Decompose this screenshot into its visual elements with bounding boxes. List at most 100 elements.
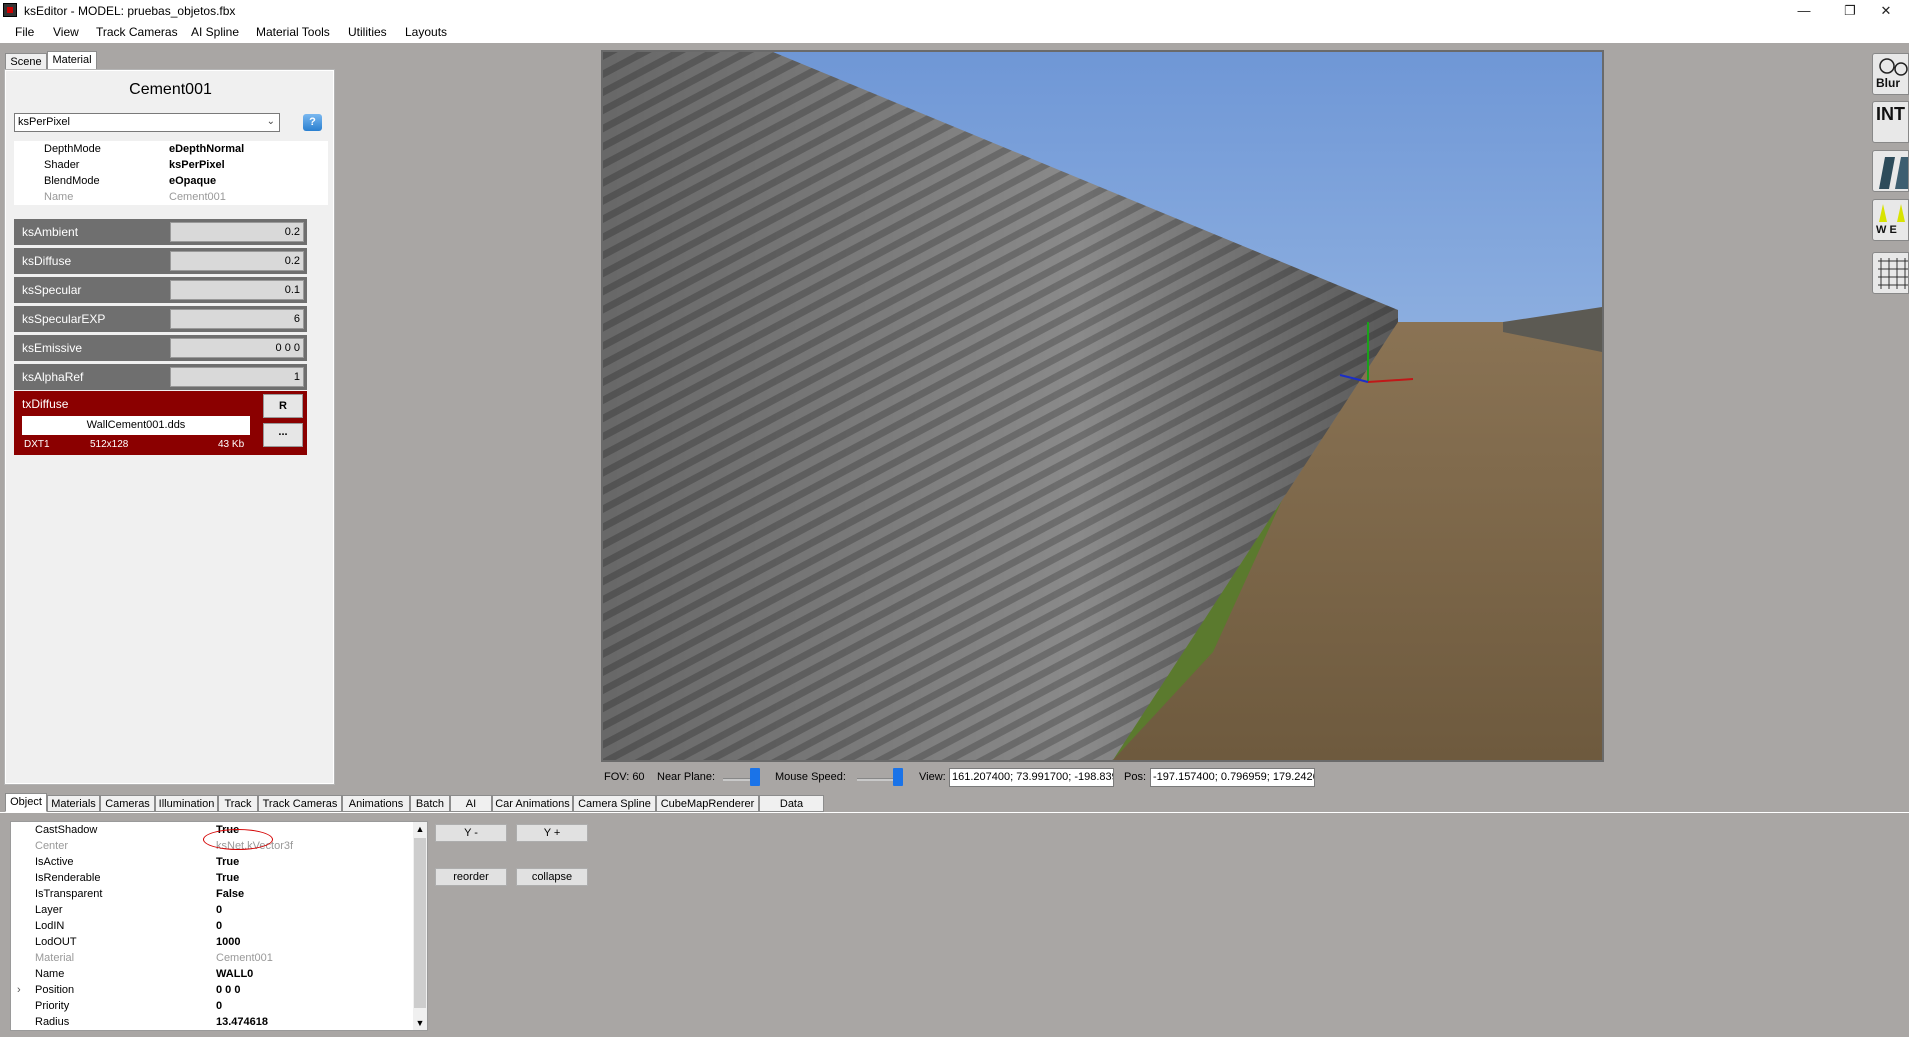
minimize-button[interactable]: — [1781,0,1827,21]
property-row[interactable]: IsRenderable True [11,870,414,886]
property-value: True [216,872,240,884]
property-row[interactable]: Shader ksPerPixel [14,157,328,173]
tab-illumination[interactable]: Illumination [155,795,218,812]
property-name: BlendMode [44,175,100,187]
tab-car-animations[interactable]: Car Animations [492,795,573,812]
pos-input[interactable]: -197.157400; 0.796959; 179.2426 [1150,768,1315,787]
material-title: Cement001 [129,81,212,98]
property-name: Layer [35,904,63,916]
view-label: View: [919,771,946,783]
mouse-speed-slider-thumb[interactable] [893,768,904,786]
tab-batch[interactable]: Batch [410,795,450,812]
property-grid-scrollbar[interactable]: ▲ ▼ [413,822,427,1030]
property-value: 0 [216,1000,223,1012]
panels-icon[interactable] [1872,150,1909,192]
menu-track-cameras[interactable]: Track Cameras [96,25,178,39]
3d-viewport[interactable] [601,50,1604,762]
int-label: INT [1876,104,1905,124]
param-input[interactable]: 0.2 [170,222,304,242]
property-name: Name [44,191,74,203]
we-icon[interactable]: W E [1872,199,1909,241]
viewport-scene [603,52,1602,760]
scrollbar-thumb[interactable] [414,838,426,1008]
menu-ai-spline[interactable]: AI Spline [191,25,239,39]
property-row[interactable]: Name Cement001 [14,189,328,205]
y-minus-button[interactable]: Y - [435,824,507,842]
property-row[interactable]: Material Cement001 [11,950,414,966]
menu-layouts[interactable]: Layouts [405,25,447,39]
property-name: Material [35,952,75,964]
int-icon[interactable]: INT [1872,101,1909,143]
scroll-down-icon[interactable]: ▼ [413,1016,427,1030]
collapse-button[interactable]: collapse [516,868,588,886]
param-input[interactable]: 6 [170,309,304,329]
param-input[interactable]: 0 0 0 [170,338,304,358]
param-input[interactable]: 0.1 [170,280,304,300]
property-row[interactable]: IsActive True [11,854,414,870]
property-value: Cement001 [169,191,226,203]
property-name: CastShadow [35,824,98,836]
property-row[interactable]: DepthMode eDepthNormal [14,141,328,157]
param-input[interactable]: 1 [170,367,304,387]
help-icon[interactable]: ? [303,114,322,131]
view-input[interactable]: 161.207400; 73.991700; -198.839 [949,768,1114,787]
menu-view[interactable]: View [53,25,79,39]
texture-reset-button[interactable]: R [263,394,303,418]
property-row[interactable]: › Position 0 0 0 [11,982,414,998]
property-row[interactable]: LodIN 0 [11,918,414,934]
menu-file[interactable]: File [15,25,34,39]
highlight-circle [203,829,273,850]
property-row[interactable]: Name WALL0 [11,966,414,982]
property-name: LodOUT [35,936,77,948]
tab-ai[interactable]: AI [450,795,492,812]
tab-animations[interactable]: Animations [342,795,410,812]
property-row[interactable]: IsTransparent False [11,886,414,902]
near-plane-label: Near Plane: [657,771,716,783]
param-label: ksDiffuse [22,254,72,268]
texture-file[interactable]: WallCement001.dds [22,416,250,435]
grid-icon[interactable] [1872,252,1909,294]
blur-icon[interactable]: Blur [1872,53,1909,95]
tab-material[interactable]: Material [47,51,97,70]
near-plane-slider-thumb[interactable] [750,768,761,786]
param-input[interactable]: 0.2 [170,251,304,271]
tab-cameras[interactable]: Cameras [100,795,155,812]
property-value: 0 [216,920,223,932]
tab-track[interactable]: Track [218,795,258,812]
tab-data-scripts[interactable]: Data Scripts [759,795,824,827]
property-name: IsRenderable [35,872,101,884]
scroll-up-icon[interactable]: ▲ [413,822,427,836]
shader-select[interactable]: ksPerPixel ⌄ [14,113,280,132]
expand-chevron-icon[interactable]: › [17,982,21,998]
tab-materials[interactable]: Materials [47,795,100,812]
menu-material-tools[interactable]: Material Tools [256,25,330,39]
reorder-button[interactable]: reorder [435,868,507,886]
property-row[interactable]: Priority 0 [11,998,414,1014]
tab-cubemaprenderer[interactable]: CubeMapRenderer [656,795,759,812]
property-row[interactable]: BlendMode eOpaque [14,173,328,189]
window-title: ksEditor - MODEL: pruebas_objetos.fbx [24,4,236,18]
menu-utilities[interactable]: Utilities [348,25,387,39]
property-row[interactable]: Layer 0 [11,902,414,918]
tab-scene[interactable]: Scene [5,53,47,70]
object-property-grid: CastShadow True Center ksNet.kVector3f I… [10,821,428,1031]
property-value: False [216,888,245,900]
material-property-grid: DepthMode eDepthNormal Shader ksPerPixel… [14,141,328,205]
tab-object[interactable]: Object [5,793,47,812]
property-name: Radius [35,1016,70,1028]
property-value: 0 0 0 [216,984,241,996]
property-row[interactable]: LodOUT 1000 [11,934,414,950]
tab-camera-spline[interactable]: Camera Spline [573,795,656,812]
param-label: ksAlphaRef [22,370,84,384]
shader-select-value: ksPerPixel [18,116,70,128]
param-ksalpharef: ksAlphaRef 1 [14,364,307,390]
app-icon [3,3,17,17]
param-label: ksSpecular [22,283,82,297]
y-plus-button[interactable]: Y + [516,824,588,842]
close-button[interactable]: ✕ [1863,0,1909,21]
property-row[interactable]: Radius 13.474618 [11,1014,414,1030]
tab-track-cameras[interactable]: Track Cameras [258,795,342,812]
texture-browse-button[interactable]: ... [263,423,303,447]
property-name: LodIN [35,920,65,932]
property-name: Name [35,968,65,980]
